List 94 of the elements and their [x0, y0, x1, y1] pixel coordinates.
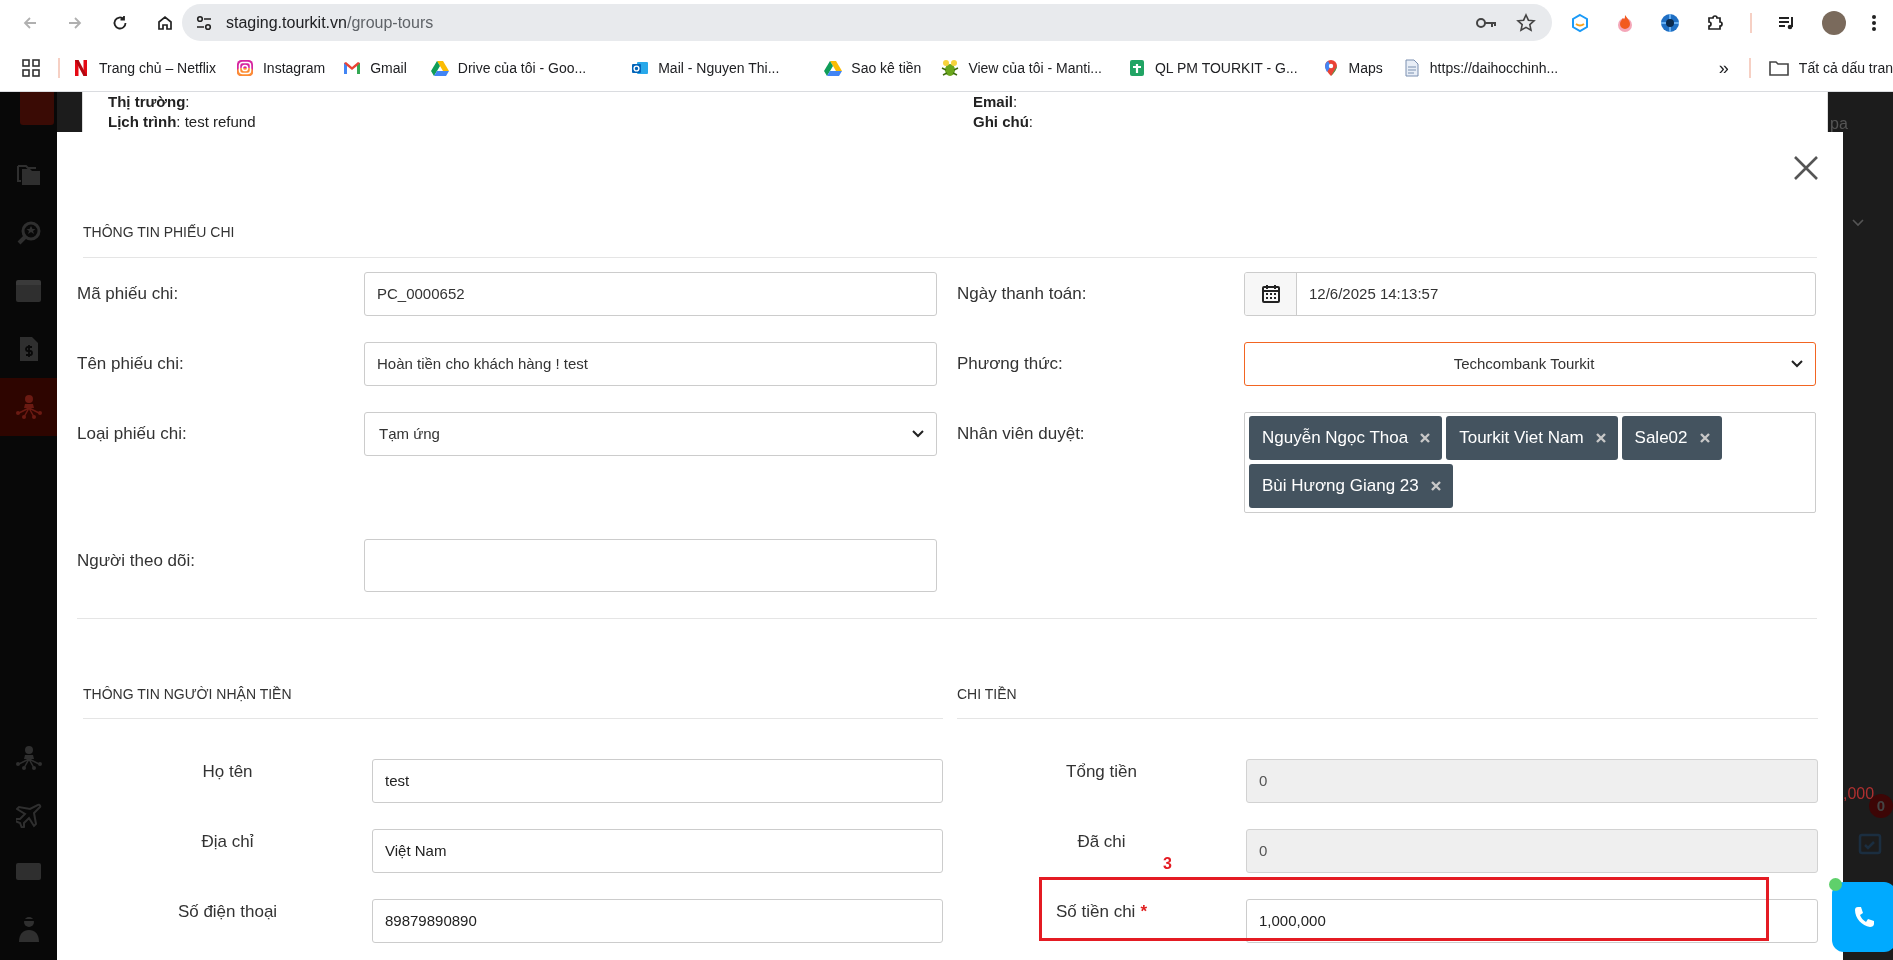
date-field[interactable]: 12/6/2025 14:13:57	[1244, 272, 1816, 316]
puzzle-icon[interactable]	[1705, 12, 1725, 33]
key-icon[interactable]	[1476, 15, 1498, 30]
reload-icon	[111, 13, 129, 32]
bookmark[interactable]: https://daihocchinh...	[1402, 53, 1559, 83]
bookmark[interactable]: QL PM TOURKIT - G...	[1127, 53, 1298, 83]
bookmark[interactable]: View của tôi - Manti...	[941, 53, 1102, 83]
apps-grid-icon[interactable]	[22, 59, 40, 77]
phone-icon	[1853, 905, 1875, 929]
bookmark-folder[interactable]: Tất cả dấu tran	[1768, 57, 1893, 79]
call-button[interactable]	[1832, 882, 1893, 952]
tag[interactable]: Nguyễn Ngọc Thoa	[1249, 416, 1443, 460]
remove-icon[interactable]	[1699, 433, 1710, 443]
more-menu-icon[interactable]	[1871, 12, 1877, 33]
info-text: Ghi chú:	[973, 112, 1034, 132]
bug-icon	[941, 59, 960, 77]
select-text: pa	[1830, 114, 1848, 134]
field-label: Phương thức:	[957, 353, 1063, 376]
envelope-icon	[343, 59, 362, 77]
tag[interactable]: Tourkit Viet Nam	[1446, 416, 1618, 460]
field-label: Địa chỉ	[201, 831, 254, 853]
section-title: CHI TIỀN	[957, 619, 1818, 719]
text-field[interactable]: 1,000,000	[1246, 899, 1818, 943]
bookmark[interactable]: Mail - Nguyen Thi...	[631, 53, 780, 83]
text-field[interactable]: Hoàn tiền cho khách hàng ! test	[364, 342, 937, 386]
hexagon-icon[interactable]	[1570, 12, 1590, 33]
field-label: Số điện thoại	[177, 901, 278, 923]
remove-icon[interactable]	[1595, 433, 1606, 443]
bookmark[interactable]: Sao kê tiền	[824, 53, 922, 83]
document-icon	[1402, 59, 1421, 77]
folder-icon	[1768, 60, 1789, 76]
text-field[interactable]: Việt Nam	[372, 829, 943, 873]
section-title: THÔNG TIN NGƯỜI NHẬN TIỀN	[83, 619, 943, 719]
triangle-icon	[430, 59, 449, 77]
more-bookmarks-button[interactable]: »	[1718, 54, 1729, 82]
text-field[interactable]: test	[372, 759, 943, 803]
bookmark[interactable]: Instagram	[236, 53, 326, 83]
annotation-label: 3	[1163, 854, 1172, 874]
tag[interactable]: Bùi Hương Giang 23	[1249, 464, 1453, 508]
field-label: Họ tên	[202, 761, 253, 783]
remove-icon[interactable]	[1420, 433, 1431, 443]
triangle-icon	[824, 59, 843, 77]
field-label: Đã chi	[1077, 831, 1126, 853]
url-text: staging.tourkit.vn/group-tours	[226, 12, 434, 33]
info-text: Email:	[973, 92, 1019, 112]
chevron-down-icon	[1791, 360, 1803, 368]
sheet-icon	[1127, 59, 1146, 77]
tag[interactable]: Sale02	[1621, 416, 1722, 460]
field-label: Tổng tiền	[1066, 761, 1137, 783]
chevron-down-icon	[912, 430, 924, 438]
card-icon	[16, 863, 41, 880]
field-label: Tên phiếu chi:	[77, 353, 184, 376]
search-icon	[15, 220, 42, 246]
text-field[interactable]: 89879890890	[372, 899, 943, 943]
avatar[interactable]	[1822, 10, 1846, 35]
field-label: Loại phiếu chi:	[77, 423, 187, 446]
remove-icon[interactable]	[1430, 481, 1441, 491]
field-label: Số tiền chi	[1056, 901, 1136, 923]
aperture-icon[interactable]	[1660, 12, 1680, 33]
field-label: Ngày thanh toán:	[957, 283, 1087, 306]
close-button[interactable]	[1792, 154, 1820, 182]
select-field[interactable]: Tạm ứng	[364, 412, 937, 456]
person-icon	[16, 914, 41, 943]
bookmark[interactable]: Gmail	[343, 53, 407, 83]
section-title: THÔNG TIN PHIẾU CHI	[83, 132, 1817, 258]
home-icon	[156, 13, 174, 32]
bookmark[interactable]: Drive của tôi - Goo...	[430, 53, 587, 83]
field-label: Mã phiếu chi:	[77, 283, 179, 306]
address-bar[interactable]: staging.tourkit.vn/group-tours	[182, 4, 1552, 41]
tag-input[interactable]: Nguyễn Ngọc Thoa Tourkit Viet Nam Sale02 Bùi Hương Giang 23	[1244, 412, 1816, 513]
stripes-icon	[72, 59, 90, 77]
plane-icon	[15, 801, 42, 828]
close-icon	[1793, 155, 1819, 181]
bookmark[interactable]: Maps	[1321, 53, 1383, 83]
star-icon[interactable]	[1516, 12, 1536, 33]
info-text: Lịch trình: test refund	[108, 112, 257, 132]
network-icon	[14, 394, 43, 420]
camera-icon	[236, 59, 254, 77]
text-field[interactable]: PC_0000652	[364, 272, 937, 316]
calendar-icon	[16, 280, 41, 302]
calendar-button[interactable]	[1245, 273, 1297, 315]
logo-tile	[19, 92, 54, 125]
network-icon	[14, 744, 43, 771]
document-icon	[17, 336, 40, 362]
field-label: Người theo dõi:	[77, 550, 195, 573]
folders-icon	[15, 163, 42, 187]
calendar-icon	[1260, 284, 1281, 304]
chevron-down-icon	[1852, 219, 1864, 227]
required-mark: *	[1140, 901, 1147, 923]
field-label: Nhân viên duyệt:	[957, 423, 1085, 446]
select-field[interactable]: Techcombank Tourkit	[1244, 342, 1816, 386]
mail-icon	[631, 59, 650, 77]
bookmark[interactable]: Trang chủ – Netflix	[72, 53, 216, 83]
info-text: Thị trường:	[108, 92, 191, 112]
